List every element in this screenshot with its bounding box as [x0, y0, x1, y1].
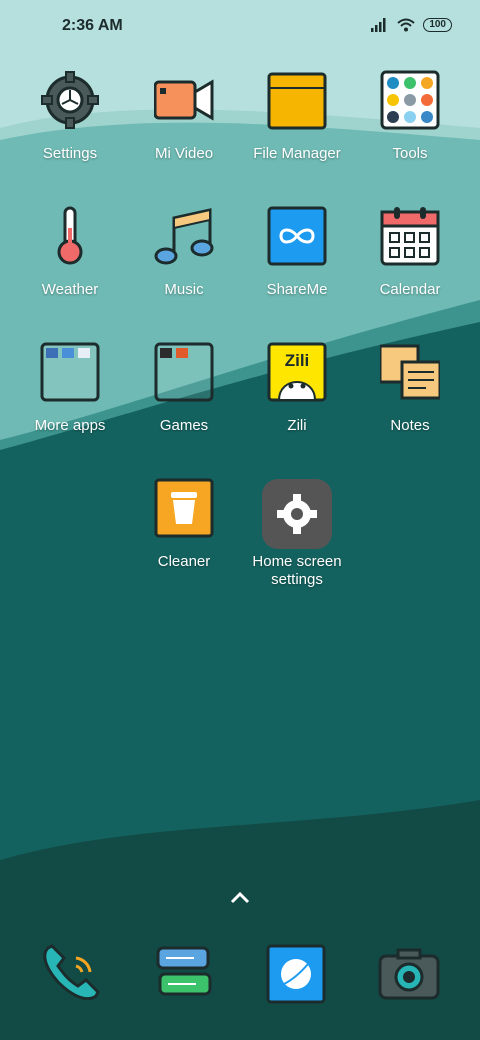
app-home-screen-settings[interactable]: Home screen settings: [237, 408, 357, 588]
folder-more-apps[interactable]: More apps: [10, 272, 130, 434]
gear-icon: [262, 479, 332, 549]
trash-icon: [154, 478, 214, 538]
app-label: Home screen settings: [237, 553, 357, 589]
app-label-line1: Home screen: [252, 553, 342, 570]
app-weather[interactable]: Weather: [10, 136, 130, 298]
chevron-up-icon[interactable]: [226, 888, 254, 908]
app-label: More apps: [34, 417, 106, 434]
folder-icon: [267, 72, 327, 130]
folder-icon: [40, 342, 100, 402]
app-label: Cleaner: [157, 553, 211, 570]
app-tools[interactable]: Tools: [350, 0, 470, 162]
app-label-line2: settings: [271, 571, 323, 588]
calendar-icon: [380, 207, 440, 266]
zili-icon-text: Zili: [285, 351, 310, 370]
phone-icon[interactable]: [38, 942, 102, 1006]
app-zili[interactable]: Zili Zili: [237, 272, 357, 434]
app-notes[interactable]: Notes: [350, 272, 470, 434]
notes-icon: [380, 344, 440, 400]
browser-icon[interactable]: [264, 942, 328, 1006]
folder-icon: [154, 342, 214, 402]
gear-icon: [41, 71, 99, 129]
camera-icon[interactable]: [376, 942, 440, 1006]
app-settings[interactable]: Settings: [10, 0, 130, 162]
thermometer-icon: [57, 206, 83, 265]
app-label: Notes: [390, 417, 430, 434]
app-music[interactable]: Music: [124, 136, 244, 298]
app-calendar[interactable]: Calendar: [350, 136, 470, 298]
app-mi-video[interactable]: Mi Video: [124, 0, 244, 162]
infinity-icon: [267, 206, 327, 266]
message-icon[interactable]: [152, 942, 216, 1006]
tools-grid-icon: [380, 70, 440, 130]
folder-games[interactable]: Games: [124, 272, 244, 434]
music-note-icon: [154, 208, 214, 265]
app-file-manager[interactable]: File Manager: [237, 0, 357, 162]
app-cleaner[interactable]: Cleaner: [124, 408, 244, 570]
app-shareme[interactable]: ShareMe: [237, 136, 357, 298]
video-camera-icon: [154, 79, 214, 121]
zili-icon: Zili: [267, 342, 327, 402]
